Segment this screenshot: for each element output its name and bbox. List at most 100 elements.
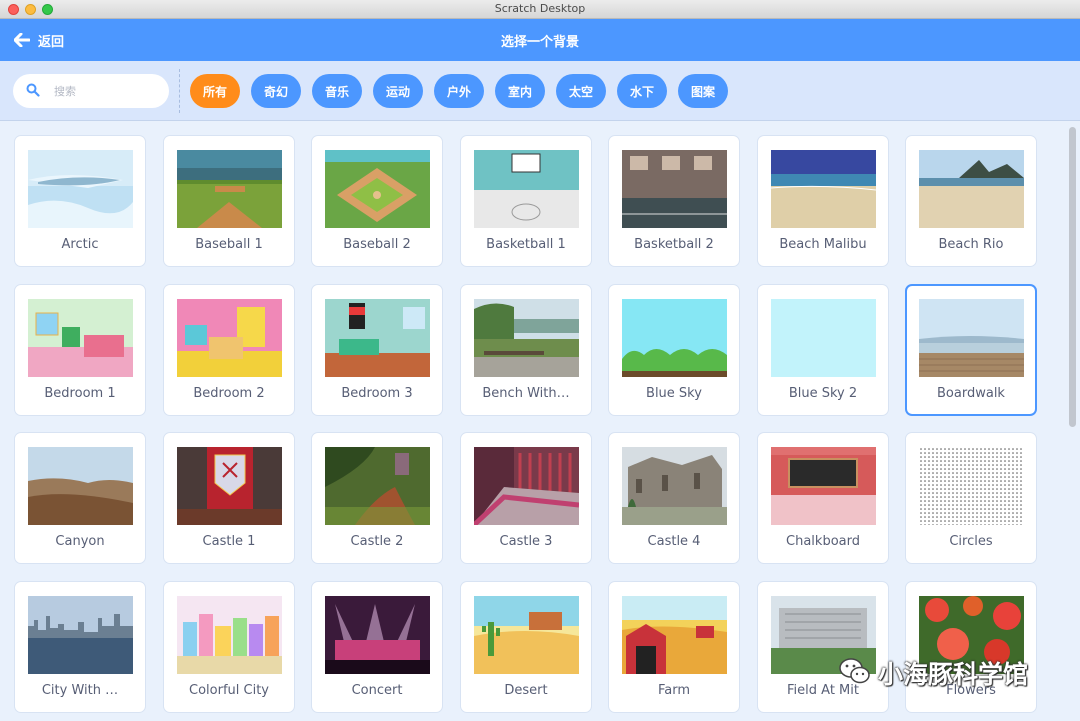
backdrop-card[interactable]: Baseball 1 (163, 135, 295, 267)
bedroom-thumbnail (325, 299, 430, 377)
blue-sky-plain-thumbnail (771, 299, 876, 377)
backdrop-name: Circles (949, 534, 993, 549)
tag-4[interactable]: 户外 (434, 74, 484, 108)
backdrop-card[interactable]: Blue Sky (608, 284, 740, 416)
backdrop-name: Blue Sky (646, 386, 702, 401)
gallery-scrollbar[interactable] (1064, 121, 1080, 721)
backdrop-card[interactable]: Farm (608, 581, 740, 713)
watermark: 小海豚科学馆 (838, 655, 1028, 691)
backdrop-card[interactable]: City With … (14, 581, 146, 713)
backdrop-name: Blue Sky 2 (788, 386, 858, 401)
search-input[interactable] (52, 83, 146, 99)
backdrop-name: Boardwalk (937, 386, 1005, 401)
tag-7[interactable]: 水下 (617, 74, 667, 108)
backdrop-name: Castle 1 (202, 534, 256, 549)
circles-pattern-thumbnail (919, 447, 1024, 525)
beach-mountain-thumbnail (919, 150, 1024, 228)
baseball-diamond-thumbnail (325, 150, 430, 228)
canyon-thumbnail (28, 447, 133, 525)
backdrop-name: Bedroom 1 (44, 386, 116, 401)
backdrop-card[interactable]: Arctic (14, 135, 146, 267)
castle-forest-thumbnail (325, 447, 430, 525)
backdrop-name: Castle 4 (647, 534, 701, 549)
library-header: 返回 选择一个背景 (0, 19, 1080, 61)
tag-list: 所有 奇幻 音乐 运动 户外 室内 太空 水下 图案 (190, 74, 728, 108)
tag-0[interactable]: 所有 (190, 74, 240, 108)
backdrop-name: Bedroom 2 (193, 386, 265, 401)
castle-hall-thumbnail (177, 447, 282, 525)
backdrop-card[interactable]: Blue Sky 2 (757, 284, 889, 416)
backdrop-card[interactable]: Bedroom 3 (311, 284, 443, 416)
beach-thumbnail (771, 150, 876, 228)
backdrop-card[interactable]: Basketball 2 (608, 135, 740, 267)
backdrop-name: Concert (351, 683, 403, 698)
castle-ruins-thumbnail (622, 447, 727, 525)
tag-1[interactable]: 奇幻 (251, 74, 301, 108)
farm-barn-thumbnail (622, 596, 727, 674)
desert-thumbnail (474, 596, 579, 674)
backdrop-card[interactable]: Boardwalk (905, 284, 1037, 416)
backdrop-name: Baseball 1 (195, 237, 263, 252)
concert-stage-thumbnail (325, 596, 430, 674)
tag-3[interactable]: 运动 (373, 74, 423, 108)
backdrop-name: Beach Malibu (779, 237, 867, 252)
boardwalk-thumbnail (919, 299, 1024, 377)
backdrop-card[interactable]: Castle 3 (460, 432, 592, 564)
chalkboard-thumbnail (771, 447, 876, 525)
colorful-city-thumbnail (177, 596, 282, 674)
search-box[interactable] (13, 74, 169, 108)
backdrop-card[interactable]: Field At Mit (757, 581, 889, 713)
backdrop-name: Baseball 2 (343, 237, 411, 252)
backdrop-card[interactable]: Desert (460, 581, 592, 713)
backdrop-name: Castle 3 (499, 534, 553, 549)
watermark-text: 小海豚科学馆 (878, 660, 1029, 689)
filter-bar: 所有奇幻音乐运动户外室内太空水下图案 (0, 61, 1080, 121)
backdrop-name: Colorful City (189, 683, 269, 698)
tag-2[interactable]: 音乐 (312, 74, 362, 108)
backdrop-card[interactable]: Circles (905, 432, 1037, 564)
backdrop-name: Basketball 2 (634, 237, 714, 252)
backdrop-name: Farm (657, 683, 691, 698)
window-title: Scratch Desktop (494, 2, 586, 15)
tag-6[interactable]: 太空 (556, 74, 606, 108)
backdrop-card[interactable]: Baseball 2 (311, 135, 443, 267)
wechat-icon (838, 656, 872, 690)
backdrop-name: Arctic (61, 237, 99, 252)
backdrop-card[interactable]: Castle 2 (311, 432, 443, 564)
backdrop-card[interactable]: Castle 4 (608, 432, 740, 564)
baseball-field-thumbnail (177, 150, 282, 228)
page-title: 选择一个背景 (500, 35, 579, 50)
backdrop-card[interactable]: Flowers (905, 581, 1037, 713)
tag-8[interactable]: 图案 (678, 74, 728, 108)
backdrop-name: Beach Rio (938, 237, 1004, 252)
backdrop-card[interactable]: Concert (311, 581, 443, 713)
backdrop-card[interactable]: Canyon (14, 432, 146, 564)
backdrop-name: Canyon (55, 534, 105, 549)
backdrop-name: Bedroom 3 (341, 386, 413, 401)
backdrop-card[interactable]: Colorful City (163, 581, 295, 713)
bedroom-thumbnail (177, 299, 282, 377)
backdrop-card[interactable]: Castle 1 (163, 432, 295, 564)
backdrop-card[interactable]: Chalkboard (757, 432, 889, 564)
backdrop-card[interactable]: Bench With… (460, 284, 592, 416)
arctic-thumbnail (28, 150, 133, 228)
scrollbar-thumb[interactable] (1069, 127, 1076, 427)
blue-sky-hills-thumbnail (622, 299, 727, 377)
bedroom-thumbnail (28, 299, 133, 377)
basketball-court-thumbnail (474, 150, 579, 228)
backdrop-name: Chalkboard (786, 534, 860, 549)
backdrop-name: Basketball 1 (486, 237, 566, 252)
filter-divider (179, 69, 180, 113)
backdrop-card[interactable]: Basketball 1 (460, 135, 592, 267)
search-icon (26, 82, 40, 101)
backdrop-card[interactable]: Bedroom 1 (14, 284, 146, 416)
castle-corridor-thumbnail (474, 447, 579, 525)
backdrop-name: Castle 2 (350, 534, 404, 549)
backdrop-gallery[interactable]: Arctic Baseball 1 Baseball 2 Basketball 1 Ba… (0, 121, 1064, 721)
backdrop-card[interactable]: Beach Rio (905, 135, 1037, 267)
tag-5[interactable]: 室内 (495, 74, 545, 108)
backdrop-card[interactable]: Bedroom 2 (163, 284, 295, 416)
backdrop-card[interactable]: Beach Malibu (757, 135, 889, 267)
window-titlebar: Scratch Desktop (0, 0, 1080, 19)
bench-view-thumbnail (474, 299, 579, 377)
